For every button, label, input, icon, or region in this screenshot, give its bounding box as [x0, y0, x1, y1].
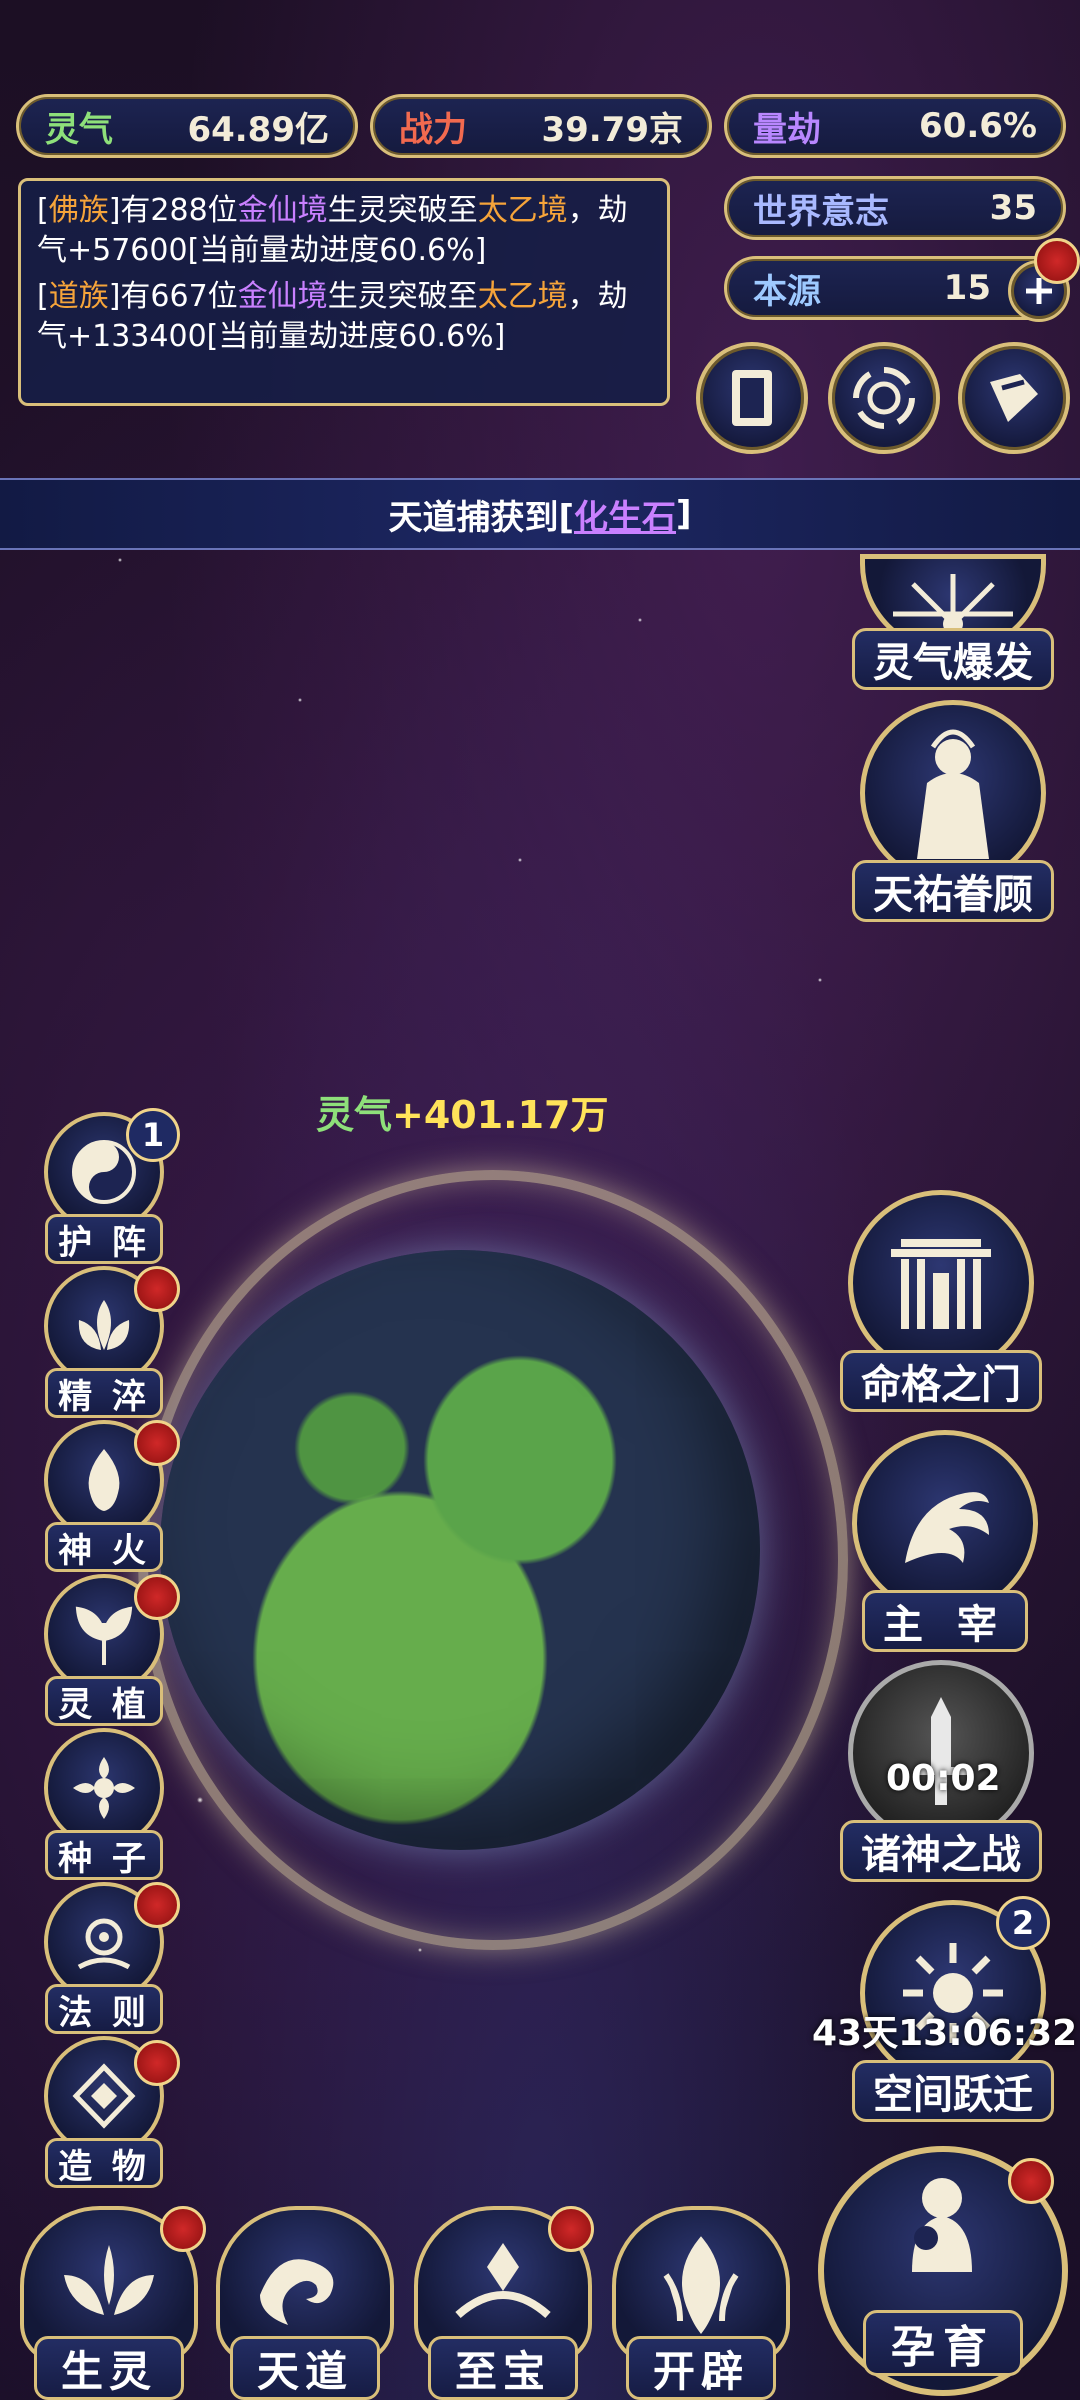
benyuan-label: 本源 — [753, 271, 821, 312]
fate-gate-label: 命格之门 — [840, 1350, 1042, 1412]
sword-icon — [848, 1660, 1034, 1846]
creatures-alert-badge — [160, 2206, 206, 2252]
capture-banner: 天道捕获到[化生石] — [0, 478, 1080, 550]
left-menu-item-seed[interactable]: 种 子 — [44, 1728, 164, 1880]
space-jump-label: 空间跃迁 — [852, 2060, 1054, 2122]
goddess-icon — [860, 700, 1046, 886]
mother-child-icon — [912, 2178, 972, 2272]
plant-alert-badge — [134, 1574, 180, 1620]
breed-label: 孕育 — [863, 2310, 1023, 2376]
card-button[interactable] — [696, 342, 808, 454]
left-menu-label: 护 阵 — [45, 1214, 163, 1264]
benyuan-alert-badge — [1034, 238, 1080, 284]
guard-count-badge: 1 — [126, 1108, 180, 1162]
left-menu-label: 种 子 — [45, 1830, 163, 1880]
vortex-icon — [853, 367, 915, 429]
nav-label: 开辟 — [626, 2336, 776, 2400]
scroll-icon — [990, 374, 1038, 422]
world-planet[interactable] — [160, 1250, 760, 1850]
left-menu-label: 灵 植 — [45, 1676, 163, 1726]
zhanli-label: 战力 — [399, 109, 467, 150]
vortex-button[interactable] — [828, 342, 940, 454]
nav-pioneer[interactable]: 开辟 — [612, 2206, 790, 2400]
world-will-value: 35 — [989, 188, 1037, 228]
lingqi-label: 灵气 — [45, 109, 113, 150]
blessing-button[interactable]: 天祐眷顾 — [852, 700, 1054, 922]
treasure-alert-badge — [548, 2206, 594, 2252]
refine-alert-badge — [134, 1266, 180, 1312]
breed-alert-badge — [1008, 2158, 1054, 2204]
log-entry: [道族]有667位金仙境生灵突破至太乙境，劫气+133400[当前量劫进度60.… — [37, 279, 628, 354]
liangjie-label: 量劫 — [753, 109, 821, 150]
fire-alert-badge — [134, 1420, 180, 1466]
dragon-icon — [852, 1430, 1038, 1616]
gods-war-timer: 00:02 — [886, 1758, 1001, 1799]
left-menu-label: 造 物 — [45, 2138, 163, 2188]
left-menu-label: 法 则 — [45, 1984, 163, 2034]
space-jump-timer: 43天13:06:32 — [812, 2013, 1078, 2054]
nav-heaven[interactable]: 天道 — [216, 2206, 394, 2400]
gate-icon — [848, 1190, 1034, 1376]
world-will-stat[interactable]: 世界意志 35 — [724, 176, 1066, 240]
lingqi-gain-popup: 灵气+401.17万 — [316, 1093, 609, 1137]
nav-label: 天道 — [230, 2336, 380, 2400]
left-menu-label: 精 淬 — [45, 1368, 163, 1418]
ruler-label: 主 宰 — [862, 1590, 1028, 1652]
scroll-button[interactable] — [958, 342, 1070, 454]
lingqi-value: 64.89亿 — [187, 109, 329, 150]
zhanli-stat[interactable]: 战力 39.79京 — [370, 94, 712, 158]
card-icon — [732, 370, 772, 426]
nav-label: 生灵 — [34, 2336, 184, 2400]
liangjie-stat[interactable]: 量劫 60.6% — [724, 94, 1066, 158]
ruler-button[interactable]: 主 宰 — [852, 1430, 1038, 1652]
lingqi-burst-button[interactable]: 灵气爆发 — [852, 554, 1054, 690]
world-will-label: 世界意志 — [753, 191, 889, 232]
event-log: [佛族]有288位金仙境生灵突破至太乙境，劫气+57600[当前量劫进度60.6… — [18, 178, 670, 406]
liangjie-value: 60.6% — [919, 106, 1037, 146]
space-jump-count-badge: 2 — [996, 1896, 1050, 1950]
blessing-label: 天祐眷顾 — [852, 860, 1054, 922]
fate-gate-button[interactable]: 命格之门 — [840, 1190, 1042, 1412]
gods-war-label: 诸神之战 — [840, 1820, 1042, 1882]
log-entry: [佛族]有288位金仙境生灵突破至太乙境，劫气+57600[当前量劫进度60.6… — [37, 193, 628, 268]
left-menu-label: 神 火 — [45, 1522, 163, 1572]
lingqi-stat[interactable]: 灵气 64.89亿 — [16, 94, 358, 158]
lingqi-burst-label: 灵气爆发 — [852, 628, 1054, 690]
law-alert-badge — [134, 1882, 180, 1928]
captured-item-link[interactable]: 化生石 — [574, 490, 676, 539]
zhanli-value: 39.79京 — [541, 109, 683, 150]
nav-label: 至宝 — [428, 2336, 578, 2400]
benyuan-value: 15 — [943, 268, 991, 308]
creation-alert-badge — [134, 2040, 180, 2086]
